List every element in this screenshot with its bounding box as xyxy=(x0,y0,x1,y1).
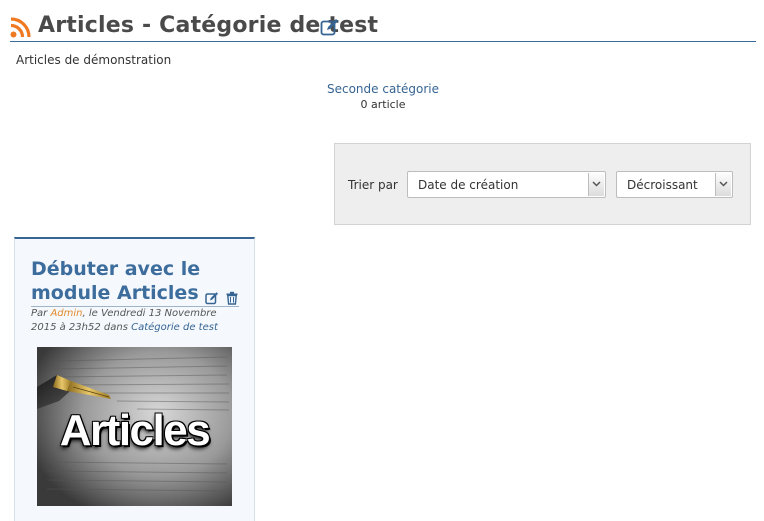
article-category-link[interactable]: Catégorie de test xyxy=(131,322,218,333)
category-description: Articles de démonstration xyxy=(16,53,172,67)
chevron-down-icon xyxy=(715,173,731,196)
edit-icon[interactable] xyxy=(320,18,339,37)
rss-icon[interactable] xyxy=(10,17,31,38)
subcategory-count: 0 article xyxy=(360,98,406,111)
article-thumbnail[interactable]: Articles xyxy=(37,347,232,506)
subcategory-link[interactable]: Seconde catégorie xyxy=(283,82,483,96)
sort-order-select[interactable]: Décroissant xyxy=(616,171,733,198)
chevron-down-icon xyxy=(588,173,604,196)
article-card: Débuter avec le module Articles Par Admi… xyxy=(14,237,255,521)
sort-label: Trier par xyxy=(348,178,398,192)
thumbnail-caption: Articles xyxy=(59,406,211,455)
sort-order-value: Décroissant xyxy=(627,178,698,192)
page-header: Articles - Catégorie de test xyxy=(10,12,756,42)
article-meta: Par Admin, le Vendredi 13 Novembre 2015 … xyxy=(31,307,241,335)
sort-field-select[interactable]: Date de création xyxy=(407,171,606,198)
sort-panel: Trier par Date de création Décroissant xyxy=(334,143,751,225)
edit-icon[interactable] xyxy=(205,290,219,305)
article-header: Débuter avec le module Articles xyxy=(31,257,239,307)
article-actions xyxy=(204,290,239,305)
meta-prefix: Par xyxy=(31,308,51,319)
sort-field-value: Date de création xyxy=(418,178,519,192)
subcategory-item: Seconde catégorie 0 article xyxy=(283,82,483,111)
article-title[interactable]: Débuter avec le module Articles xyxy=(31,257,227,305)
trash-icon[interactable] xyxy=(225,290,239,305)
article-author-link[interactable]: Admin xyxy=(50,308,82,319)
